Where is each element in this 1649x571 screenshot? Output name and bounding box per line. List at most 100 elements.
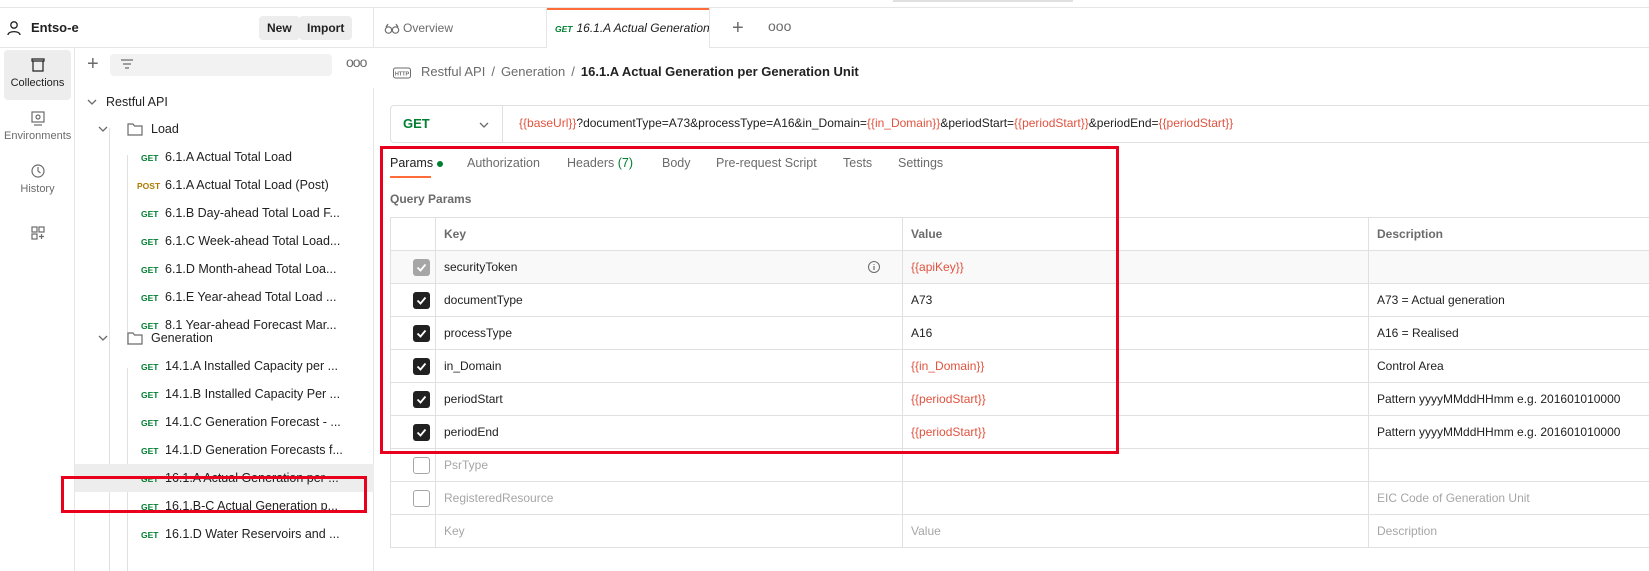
top-strip — [0, 0, 1649, 8]
svg-text:HTTP: HTTP — [395, 71, 410, 77]
tree-request-label: 14.1.D Generation Forecasts f... — [165, 443, 343, 457]
filter-input[interactable] — [110, 54, 332, 76]
new-key-input[interactable]: Key — [444, 515, 884, 547]
rail-configure[interactable] — [4, 218, 71, 254]
param-key[interactable]: RegisteredResource — [444, 482, 884, 514]
workspace-header: Entso-e New Import — [0, 8, 374, 48]
folder-icon — [127, 332, 143, 345]
tree-request-item[interactable]: GET 14.1.D Generation Forecasts f... — [75, 436, 374, 464]
method-value: GET — [403, 116, 430, 131]
method-badge: GET — [141, 293, 159, 303]
tree-request-item[interactable]: GET 6.1.C Week-ahead Total Load... — [75, 227, 374, 255]
tree-request-item[interactable]: GET 6.1.E Year-ahead Total Load ... — [75, 283, 374, 311]
highlight-selected-request-box — [61, 476, 367, 513]
tab-bar: Overview GET 16.1.A Actual Generation p +… — [374, 8, 1649, 48]
tree-request-item[interactable]: GET 14.1.A Installed Capacity per ... — [75, 352, 374, 380]
tree-request-item[interactable]: POST 6.1.A Actual Total Load (Post) — [75, 171, 374, 199]
more-options-icon[interactable]: ooo — [346, 54, 367, 70]
param-description[interactable]: EIC Code of Generation Unit — [1368, 482, 1649, 514]
method-badge: GET — [141, 446, 159, 456]
tree-request-label: 16.1.D Water Reservoirs and ... — [165, 527, 340, 541]
method-badge: GET — [141, 390, 159, 400]
tree-request-item[interactable]: GET 16.1.D Water Reservoirs and ... — [75, 520, 374, 548]
tab-options-icon[interactable]: ooo — [768, 18, 791, 34]
rail-environments-label: Environments — [4, 130, 72, 142]
method-badge: POST — [137, 181, 161, 191]
tree-request-item[interactable]: GET 14.1.C Generation Forecast - ... — [75, 408, 374, 436]
tree-folder-label: Load — [151, 122, 179, 136]
url-bar: GET {{baseUrl}}?documentType=A73&process… — [390, 105, 1649, 143]
tree-request-item[interactable]: GET 14.1.B Installed Capacity Per ... — [75, 380, 374, 408]
environments-icon — [30, 111, 45, 126]
rail-environments[interactable]: Environments — [4, 103, 71, 153]
table-row-empty: Key Value Description — [391, 515, 1649, 548]
workspace-name[interactable]: Entso-e — [31, 20, 79, 35]
history-icon — [30, 164, 45, 178]
add-collection-button[interactable]: + — [87, 54, 105, 74]
tree-request-item[interactable]: GET 6.1.B Day-ahead Total Load F... — [75, 199, 374, 227]
method-badge: GET — [141, 237, 159, 247]
rail-history[interactable]: History — [4, 156, 71, 206]
rail-collections-label: Collections — [10, 77, 65, 89]
url-text: ?documentType=A73&processType=A16&in_Dom… — [576, 116, 867, 130]
url-input[interactable]: {{baseUrl}}?documentType=A73&processType… — [519, 116, 1233, 130]
url-variable: {{periodStart}} — [1158, 116, 1234, 130]
highlight-params-box — [380, 146, 1119, 454]
param-description[interactable]: Pattern yyyyMMddHHmm e.g. 201601010000 — [1368, 416, 1649, 448]
chevron-down-icon — [479, 122, 489, 128]
tree-request-item[interactable]: GET 6.1.D Month-ahead Total Loa... — [75, 255, 374, 283]
method-badge: GET — [141, 209, 159, 219]
param-checkbox[interactable] — [413, 490, 430, 507]
tree-folder-label: Generation — [151, 331, 213, 345]
param-checkbox[interactable] — [413, 457, 430, 474]
param-description[interactable]: Pattern yyyyMMddHHmm e.g. 201601010000 — [1368, 383, 1649, 415]
tree-folder-generation[interactable]: Generation — [75, 324, 374, 352]
param-description[interactable] — [1368, 449, 1649, 481]
breadcrumb-folder[interactable]: Generation — [501, 64, 565, 79]
method-select[interactable]: GET — [391, 106, 503, 142]
tree-request-label: 6.1.B Day-ahead Total Load F... — [165, 206, 340, 220]
param-description[interactable]: Control Area — [1368, 350, 1649, 382]
column-header-description: Description — [1377, 227, 1444, 241]
tree-folder-load[interactable]: Load — [75, 115, 374, 143]
tab-active-request[interactable]: GET 16.1.A Actual Generation p — [546, 8, 710, 48]
param-description[interactable] — [1368, 251, 1649, 283]
request-title[interactable]: 16.1.A Actual Generation per Generation … — [581, 64, 859, 79]
new-tab-button[interactable]: + — [732, 18, 744, 38]
import-button[interactable]: Import — [299, 16, 353, 40]
param-description[interactable]: A73 = Actual generation — [1368, 284, 1649, 316]
rail-history-label: History — [20, 183, 55, 195]
param-value[interactable] — [902, 482, 1362, 514]
new-button[interactable]: New — [259, 16, 300, 40]
url-text: &periodEnd= — [1088, 116, 1159, 130]
tree-root-restful-api[interactable]: Restful API — [75, 88, 374, 116]
tree-root-label: Restful API — [106, 95, 168, 109]
http-icon: HTTP — [393, 67, 411, 79]
new-description-input[interactable]: Description — [1368, 515, 1649, 547]
url-variable: {{periodStart}} — [1014, 116, 1089, 130]
tree-request-label: 6.1.A Actual Total Load (Post) — [165, 178, 329, 192]
tree-request-label: 6.1.C Week-ahead Total Load... — [165, 234, 341, 248]
user-icon — [7, 21, 21, 36]
param-description[interactable]: A16 = Realised — [1368, 317, 1649, 349]
breadcrumb-separator: / — [491, 64, 495, 79]
tab-active-label: 16.1.A Actual Generation p — [576, 21, 710, 35]
new-value-input[interactable]: Value — [902, 515, 1362, 547]
tree-request-label: 6.1.E Year-ahead Total Load ... — [165, 290, 337, 304]
tab-overview[interactable]: Overview — [374, 8, 546, 48]
sidebar-toolbar: + ooo — [75, 48, 374, 88]
rail-collections[interactable]: Collections — [4, 50, 71, 100]
tab-method: GET — [555, 24, 573, 34]
method-badge: GET — [141, 265, 159, 275]
filter-icon — [121, 59, 133, 69]
apps-add-icon — [30, 226, 45, 240]
tree-request-label: 6.1.A Actual Total Load — [165, 150, 292, 164]
method-badge: GET — [141, 153, 159, 163]
tree-request-item[interactable]: GET 6.1.A Actual Total Load — [75, 143, 374, 171]
breadcrumb-separator: / — [571, 64, 575, 79]
breadcrumb-collection[interactable]: Restful API — [421, 64, 485, 79]
tree-request-label: 14.1.B Installed Capacity Per ... — [165, 387, 341, 401]
collections-icon — [30, 58, 45, 72]
url-text: &periodStart= — [940, 116, 1015, 130]
url-variable: {{in_Domain}} — [866, 116, 941, 130]
